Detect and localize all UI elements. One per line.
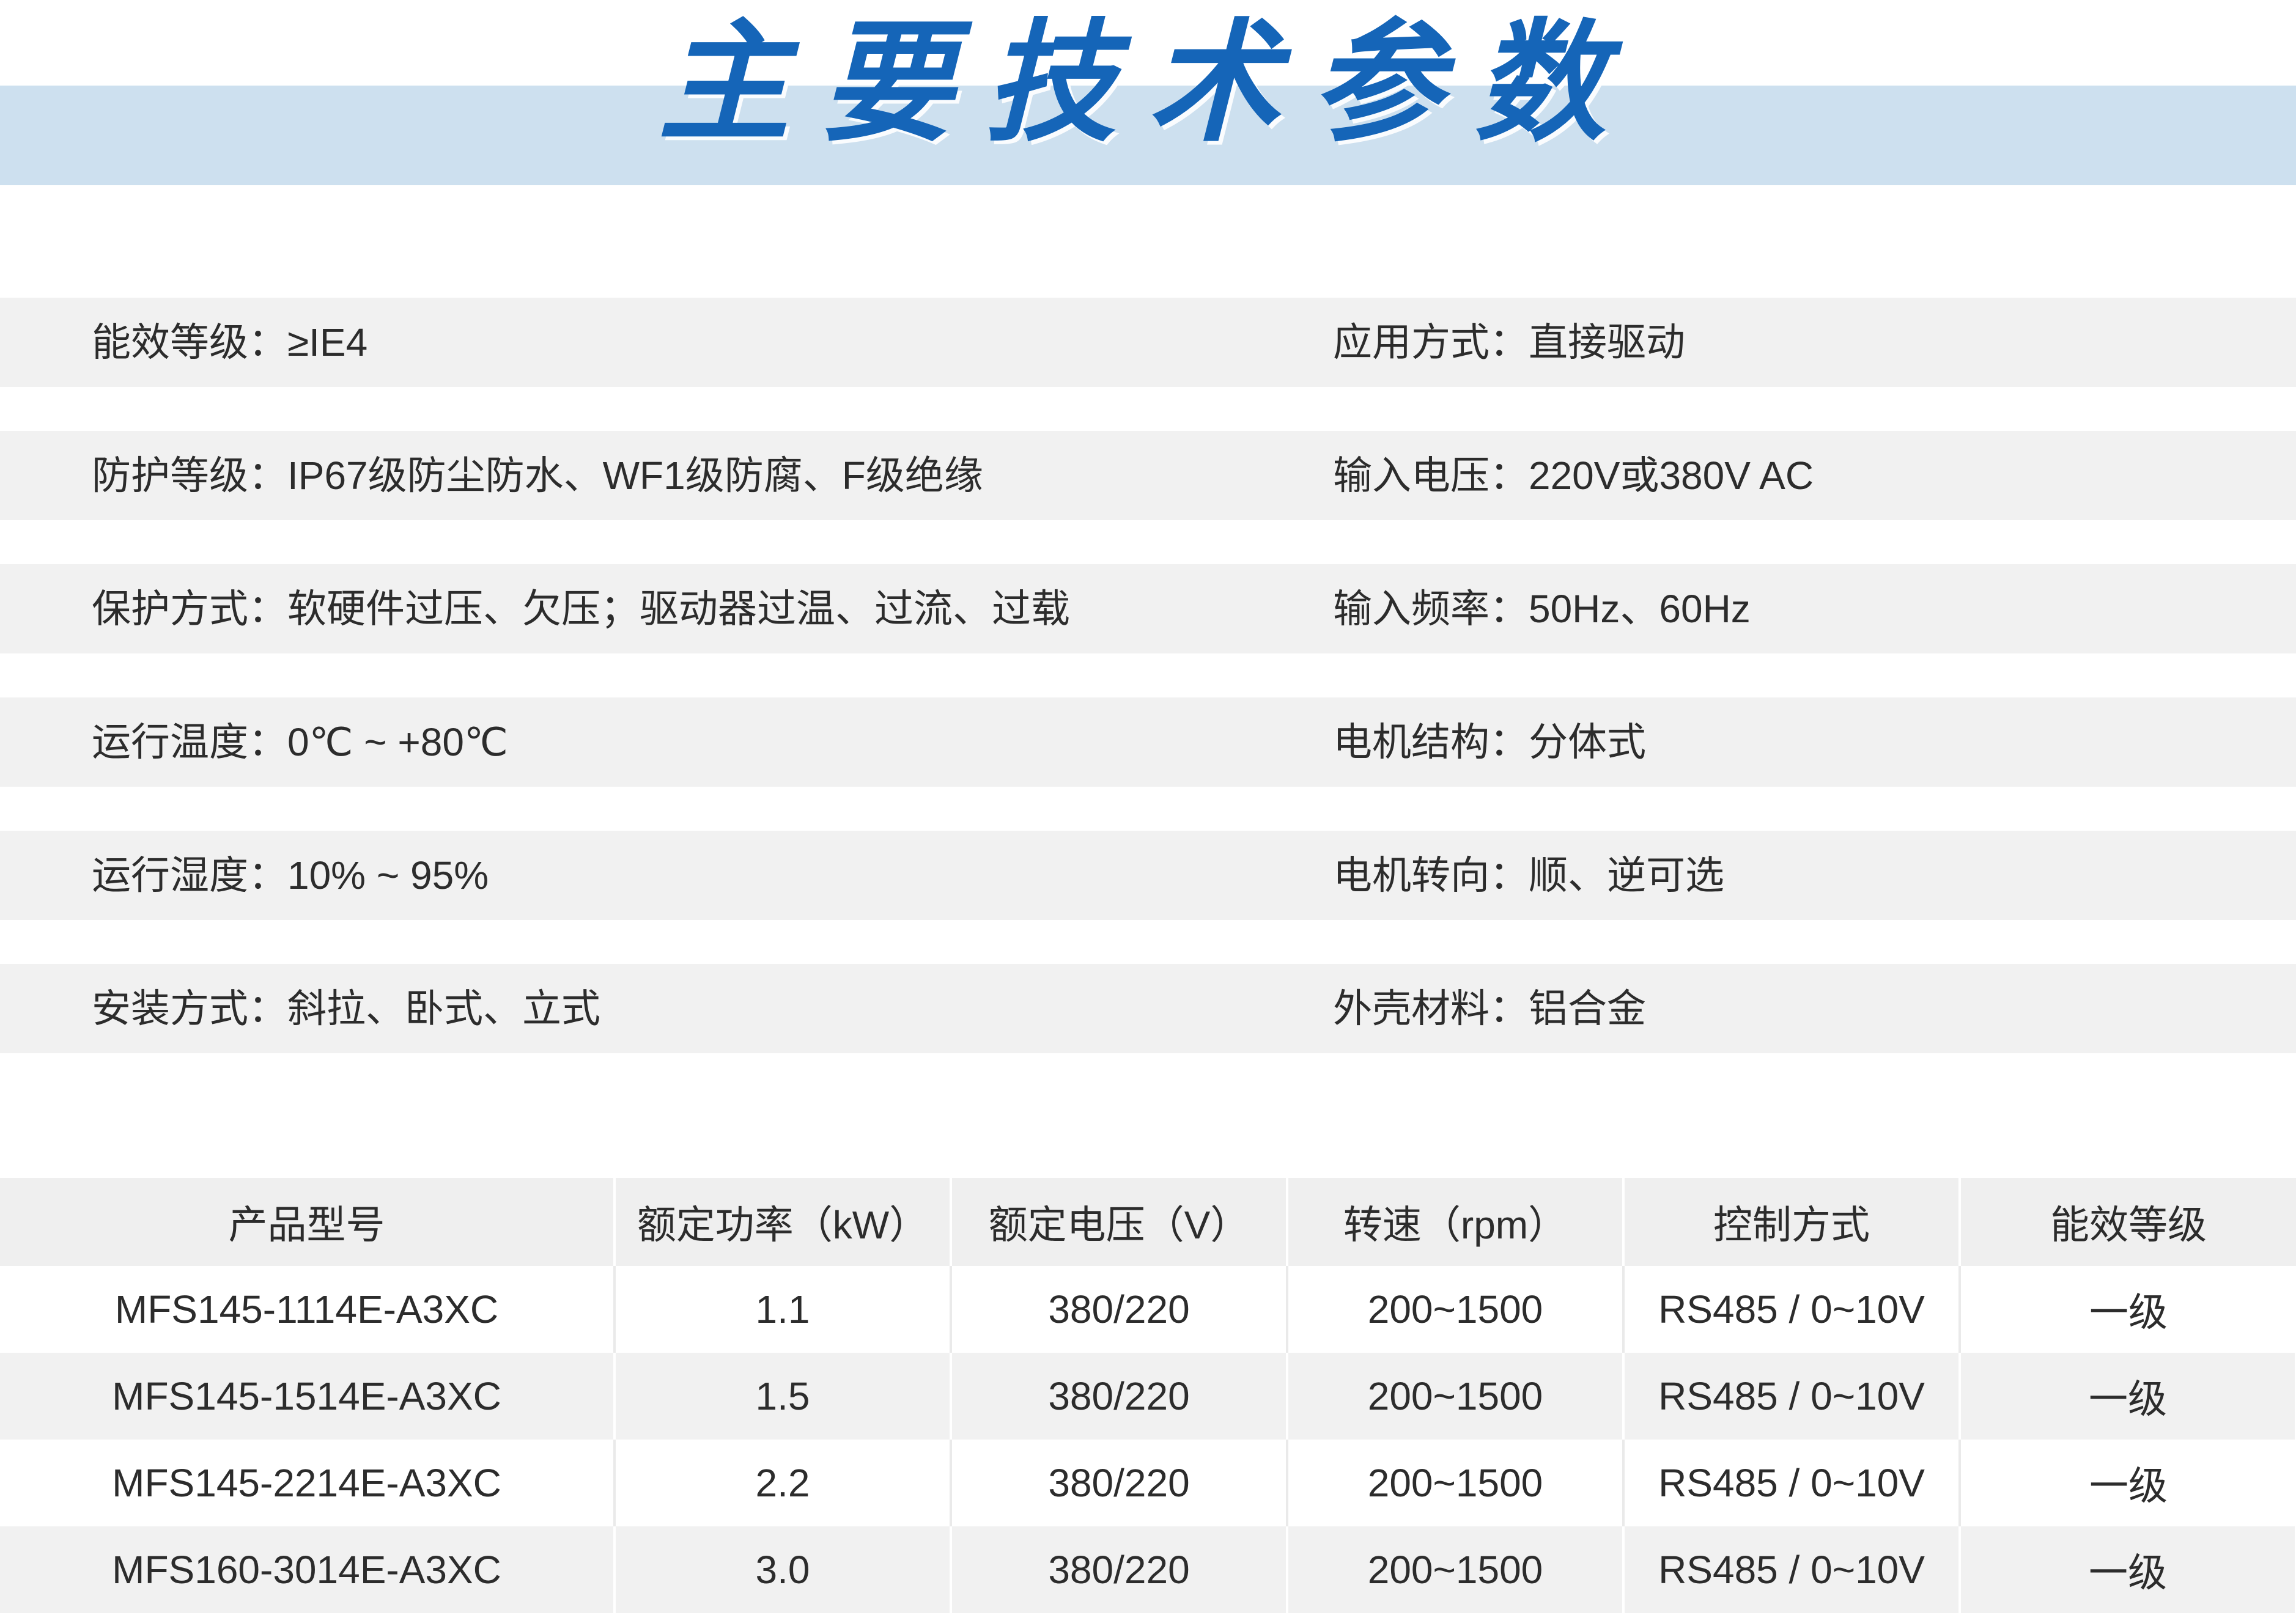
spec-row: 安装方式：斜拉、卧式、立式 外壳材料：铝合金 <box>0 964 2296 1053</box>
table-row: MFS145-1514E-A3XC 1.5 380/220 200~1500 R… <box>0 1353 2296 1440</box>
cell-efficiency-grade: 一级 <box>2089 1464 2168 1508</box>
spec-motor-structure: 电机结构：分体式 <box>1333 720 1646 764</box>
cell-rated-power: 3.0 <box>615 1526 952 1613</box>
header-speed: 转速（rpm） <box>1287 1178 1625 1266</box>
spec-application: 应用方式：直接驱动 <box>1333 320 1685 364</box>
cell-model: MFS145-1514E-A3XC <box>0 1353 616 1440</box>
spec-operating-humidity: 运行湿度：10% ~ 95% <box>92 853 489 897</box>
cell-speed: 200~1500 <box>1287 1266 1625 1353</box>
spec-input-voltage: 输入电压：220V或380V AC <box>1333 454 1814 498</box>
cell-rated-power: 1.1 <box>615 1266 952 1353</box>
spec-row: 运行湿度：10% ~ 95% 电机转向：顺、逆可选 <box>0 831 2296 920</box>
spec-row: 能效等级：≥IE4 应用方式：直接驱动 <box>0 298 2296 387</box>
spec-row: 运行温度：0℃ ~ +80℃ 电机结构：分体式 <box>0 697 2296 787</box>
table-row: MFS160-3014E-A3XC 3.0 380/220 200~1500 R… <box>0 1526 2296 1613</box>
cell-speed: 200~1500 <box>1287 1526 1625 1613</box>
cell-model: MFS145-1114E-A3XC <box>0 1266 616 1353</box>
spec-efficiency: 能效等级：≥IE4 <box>92 320 368 364</box>
cell-rated-power: 2.2 <box>615 1440 952 1526</box>
cell-rated-voltage: 380/220 <box>951 1440 1288 1526</box>
cell-speed: 200~1500 <box>1287 1440 1625 1526</box>
model-table: 产品型号 额定功率（kW） 额定电压（V） 转速（rpm） 控制方式 能效等级 … <box>0 1178 2296 1613</box>
cell-control-method: RS485 / 0~10V <box>1623 1526 1961 1613</box>
spec-operating-temperature: 运行温度：0℃ ~ +80℃ <box>92 720 508 764</box>
page-title: 主要技术参数 <box>658 5 1638 160</box>
cell-model: MFS160-3014E-A3XC <box>0 1526 616 1613</box>
spec-protection-grade: 防护等级：IP67级防尘防水、WF1级防腐、F级绝缘 <box>92 454 983 498</box>
spec-row: 保护方式：软硬件过压、欠压；驱动器过温、过流、过载 输入频率：50Hz、60Hz <box>0 564 2296 653</box>
spec-list: 能效等级：≥IE4 应用方式：直接驱动 防护等级：IP67级防尘防水、WF1级防… <box>0 298 2296 1097</box>
cell-efficiency-grade: 一级 <box>1960 1353 2296 1440</box>
cell-rated-voltage: 380/220 <box>951 1526 1288 1613</box>
table-header-row: 产品型号 额定功率（kW） 额定电压（V） 转速（rpm） 控制方式 能效等级 <box>0 1178 2296 1266</box>
header-control-method: 控制方式 <box>1623 1178 1961 1266</box>
cell-speed: 200~1500 <box>1287 1353 1625 1440</box>
cell-efficiency-grade: 一级 <box>2089 1290 2168 1334</box>
cell-control-method: RS485 / 0~10V <box>1623 1353 1961 1440</box>
cell-rated-voltage: 380/220 <box>951 1353 1288 1440</box>
spec-installation: 安装方式：斜拉、卧式、立式 <box>92 987 600 1031</box>
spec-protection-method: 保护方式：软硬件过压、欠压；驱动器过温、过流、过载 <box>92 587 1070 631</box>
spec-housing-material: 外壳材料：铝合金 <box>1333 987 1646 1031</box>
spec-input-frequency: 输入频率：50Hz、60Hz <box>1333 587 1751 631</box>
cell-model: MFS145-2214E-A3XC <box>0 1440 616 1526</box>
table-row: MFS145-2214E-A3XC 2.2 380/220 200~1500 R… <box>0 1440 2296 1526</box>
header-rated-power: 额定功率（kW） <box>615 1178 952 1266</box>
cell-efficiency-grade: 一级 <box>1960 1526 2296 1613</box>
table-row: MFS145-1114E-A3XC 1.1 380/220 200~1500 R… <box>0 1266 2296 1353</box>
spec-row: 防护等级：IP67级防尘防水、WF1级防腐、F级绝缘 输入电压：220V或380… <box>0 431 2296 520</box>
header-efficiency-grade: 能效等级 <box>2050 1203 2207 1247</box>
header-rated-voltage: 额定电压（V） <box>951 1178 1288 1266</box>
cell-rated-power: 1.5 <box>615 1353 952 1440</box>
spec-motor-direction: 电机转向：顺、逆可选 <box>1333 853 1724 897</box>
cell-rated-voltage: 380/220 <box>951 1266 1288 1353</box>
cell-control-method: RS485 / 0~10V <box>1623 1440 1961 1526</box>
cell-control-method: RS485 / 0~10V <box>1623 1266 1961 1353</box>
header-model: 产品型号 <box>0 1178 616 1266</box>
